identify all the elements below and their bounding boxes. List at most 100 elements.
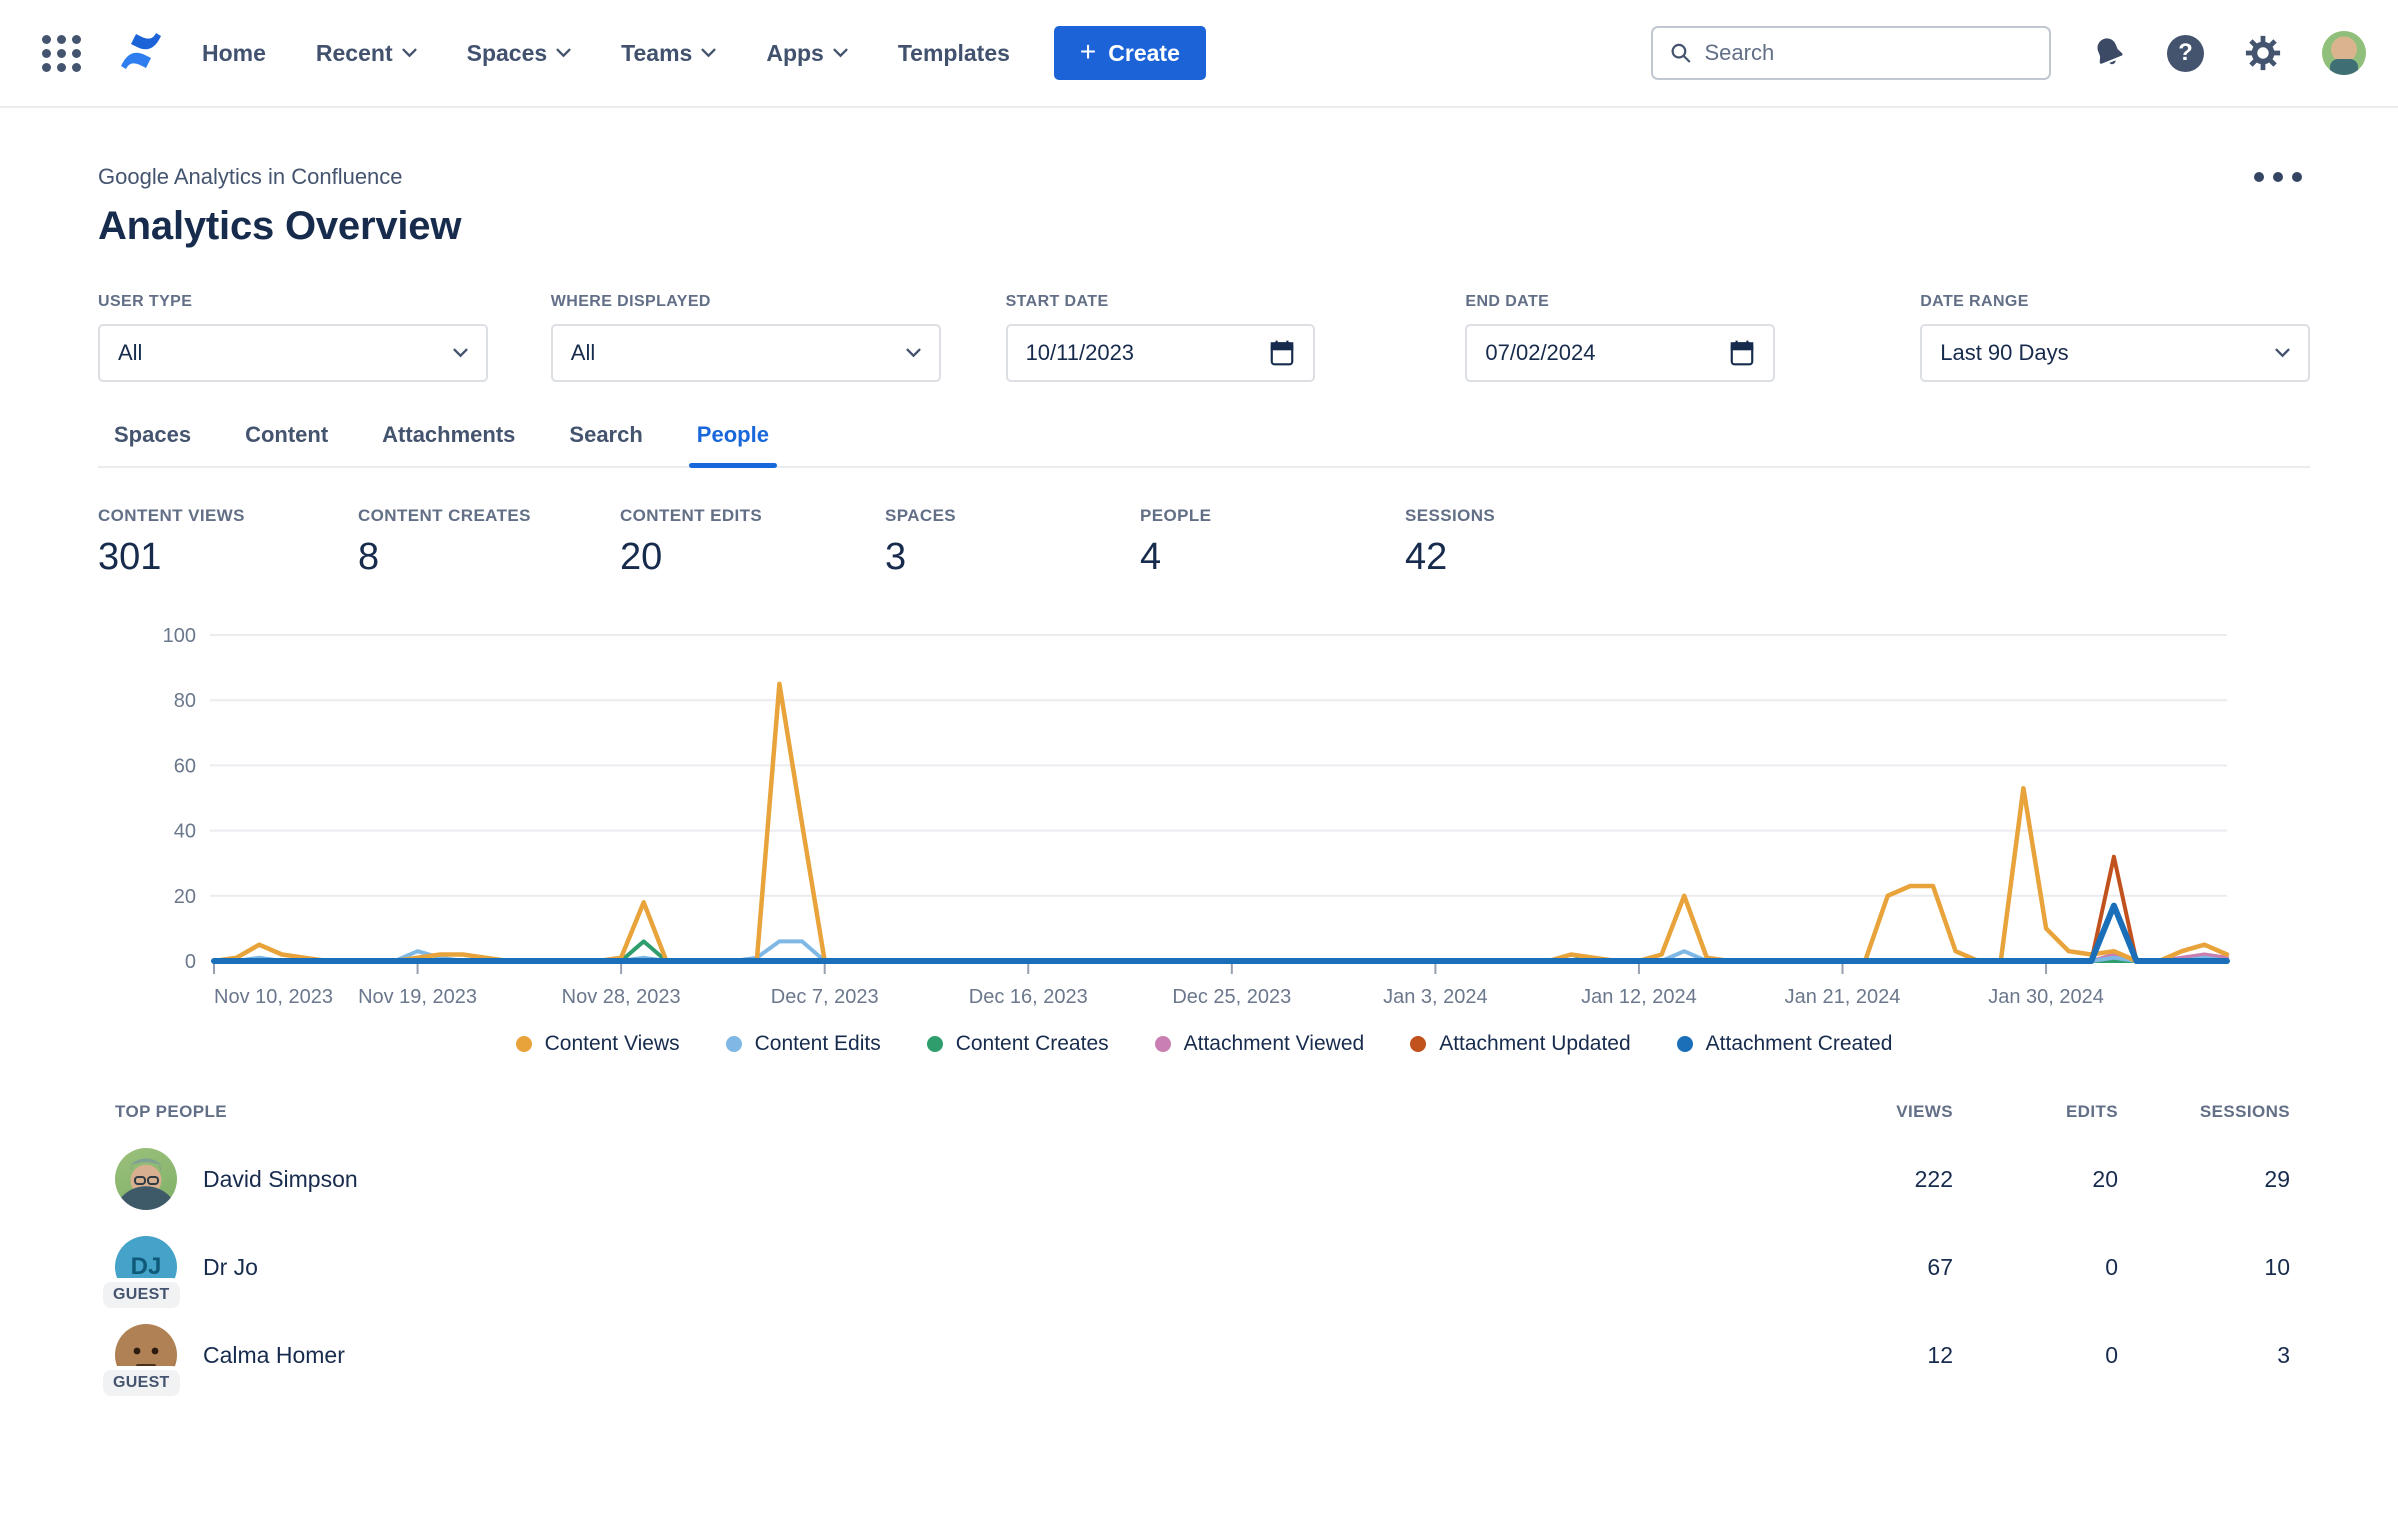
help-icon[interactable]: ?: [2167, 35, 2204, 72]
filter-date-input[interactable]: 07/02/2024: [1465, 324, 1775, 382]
nav-item-spaces[interactable]: Spaces: [467, 40, 572, 67]
svg-text:Jan 3, 2024: Jan 3, 2024: [1383, 986, 1488, 1008]
svg-text:0: 0: [185, 951, 196, 973]
tab-attachments[interactable]: Attachments: [380, 416, 517, 466]
svg-text:20: 20: [174, 886, 196, 908]
table-row: David Simpson 222 20 29: [115, 1148, 2290, 1210]
line-chart-svg: 020406080100Nov 10, 2023Nov 19, 2023Nov …: [98, 613, 2330, 1013]
search-input[interactable]: [1704, 40, 2033, 66]
confluence-logo-icon[interactable]: [118, 30, 164, 77]
filters-row: USER TYPE AllWHERE DISPLAYED AllSTART DA…: [98, 293, 2310, 382]
filter-start-date: START DATE 10/11/2023: [1006, 293, 1316, 382]
person-name[interactable]: Calma Homer: [203, 1342, 345, 1369]
filter-value: All: [571, 340, 595, 366]
nav-item-apps[interactable]: Apps: [766, 40, 848, 67]
tab-spaces[interactable]: Spaces: [112, 416, 193, 466]
stat-label: PEOPLE: [1140, 506, 1405, 526]
legend-dot: [726, 1036, 742, 1052]
stat-value: 20: [620, 536, 885, 579]
tab-search[interactable]: Search: [567, 416, 644, 466]
filter-where-displayed: WHERE DISPLAYED All: [551, 293, 941, 382]
nav-item-teams[interactable]: Teams: [621, 40, 716, 67]
tab-content[interactable]: Content: [243, 416, 330, 466]
chevron-down-icon: [701, 48, 716, 58]
stat-content-edits: CONTENT EDITS 20: [620, 506, 885, 579]
nav-menu: Home Recent Spaces Teams Apps Templates: [202, 40, 1010, 67]
views-cell: 12: [1823, 1342, 1953, 1369]
stat-spaces: SPACES 3: [885, 506, 1140, 579]
notifications-bell-icon[interactable]: [2086, 30, 2133, 77]
filter-date-range: DATE RANGE Last 90 Days: [1920, 293, 2310, 382]
settings-gear-icon[interactable]: [2244, 34, 2282, 72]
stat-label: CONTENT VIEWS: [98, 506, 358, 526]
chart-legend: Content Views Content Edits Content Crea…: [98, 1032, 2310, 1056]
svg-text:40: 40: [174, 821, 196, 843]
user-avatar[interactable]: [2322, 31, 2366, 75]
column-header-people: TOP PEOPLE: [115, 1102, 1823, 1122]
breadcrumb[interactable]: Google Analytics in Confluence: [98, 164, 403, 190]
legend-item-attachment-viewed[interactable]: Attachment Viewed: [1155, 1032, 1365, 1056]
create-button[interactable]: + Create: [1054, 26, 1206, 80]
nav-item-templates[interactable]: Templates: [898, 40, 1010, 67]
svg-text:Nov 10, 2023: Nov 10, 2023: [214, 986, 333, 1008]
legend-item-attachment-created[interactable]: Attachment Created: [1677, 1032, 1893, 1056]
legend-label: Attachment Updated: [1439, 1032, 1630, 1056]
svg-text:100: 100: [163, 625, 196, 647]
legend-label: Content Edits: [755, 1032, 881, 1056]
legend-item-attachment-updated[interactable]: Attachment Updated: [1410, 1032, 1630, 1056]
person-name[interactable]: David Simpson: [203, 1166, 358, 1193]
app-switcher-icon[interactable]: [32, 25, 92, 82]
top-people-table: TOP PEOPLE VIEWS EDITS SESSIONS David Si…: [98, 1102, 2290, 1386]
calendar-icon: [1729, 339, 1755, 367]
filter-value: 10/11/2023: [1026, 340, 1134, 366]
filter-select[interactable]: Last 90 Days: [1920, 324, 2310, 382]
sessions-cell: 29: [2118, 1166, 2290, 1193]
sessions-cell: 10: [2118, 1254, 2290, 1281]
chevron-down-icon: [833, 48, 848, 58]
series-attachment-created: [214, 906, 2227, 961]
calendar-icon: [1269, 339, 1295, 367]
legend-dot: [1677, 1036, 1693, 1052]
legend-dot: [1155, 1036, 1171, 1052]
nav-item-recent[interactable]: Recent: [316, 40, 417, 67]
person-name[interactable]: Dr Jo: [203, 1254, 258, 1281]
stat-label: CONTENT EDITS: [620, 506, 885, 526]
more-options-icon[interactable]: [2246, 164, 2310, 190]
svg-text:60: 60: [174, 755, 196, 777]
filter-label: WHERE DISPLAYED: [551, 293, 941, 311]
nav-item-home[interactable]: Home: [202, 40, 266, 67]
legend-item-content-creates[interactable]: Content Creates: [927, 1032, 1109, 1056]
chevron-down-icon: [556, 48, 571, 58]
svg-text:Nov 19, 2023: Nov 19, 2023: [358, 986, 477, 1008]
filter-end-date: END DATE 07/02/2024: [1465, 293, 1775, 382]
stat-label: SPACES: [885, 506, 1140, 526]
stat-people: PEOPLE 4: [1140, 506, 1405, 579]
filter-date-input[interactable]: 10/11/2023: [1006, 324, 1316, 382]
chevron-down-icon: [906, 348, 921, 358]
sessions-cell: 3: [2118, 1342, 2290, 1369]
chevron-down-icon: [402, 48, 417, 58]
column-header-edits: EDITS: [1953, 1102, 2118, 1122]
chevron-down-icon: [453, 348, 468, 358]
stat-value: 3: [885, 536, 1140, 579]
legend-label: Attachment Created: [1706, 1032, 1893, 1056]
filter-select[interactable]: All: [551, 324, 941, 382]
filter-value: Last 90 Days: [1940, 340, 2068, 366]
legend-item-content-views[interactable]: Content Views: [516, 1032, 680, 1056]
filter-select[interactable]: All: [98, 324, 488, 382]
table-row: DJ GUEST Dr Jo 67 0 10: [115, 1236, 2290, 1298]
page-title: Analytics Overview: [98, 204, 2310, 249]
views-cell: 67: [1823, 1254, 1953, 1281]
svg-text:Dec 25, 2023: Dec 25, 2023: [1172, 986, 1291, 1008]
stat-label: SESSIONS: [1405, 506, 1665, 526]
guest-badge: GUEST: [103, 1282, 180, 1308]
legend-item-content-edits[interactable]: Content Edits: [726, 1032, 881, 1056]
search-box[interactable]: [1651, 26, 2051, 80]
svg-text:Dec 7, 2023: Dec 7, 2023: [771, 986, 879, 1008]
stat-content-views: CONTENT VIEWS 301: [98, 506, 358, 579]
activity-line-chart: 020406080100Nov 10, 2023Nov 19, 2023Nov …: [98, 613, 2310, 1018]
tab-people[interactable]: People: [695, 416, 771, 466]
stat-value: 42: [1405, 536, 1665, 579]
column-header-sessions: SESSIONS: [2118, 1102, 2290, 1122]
svg-text:Jan 21, 2024: Jan 21, 2024: [1785, 986, 1901, 1008]
